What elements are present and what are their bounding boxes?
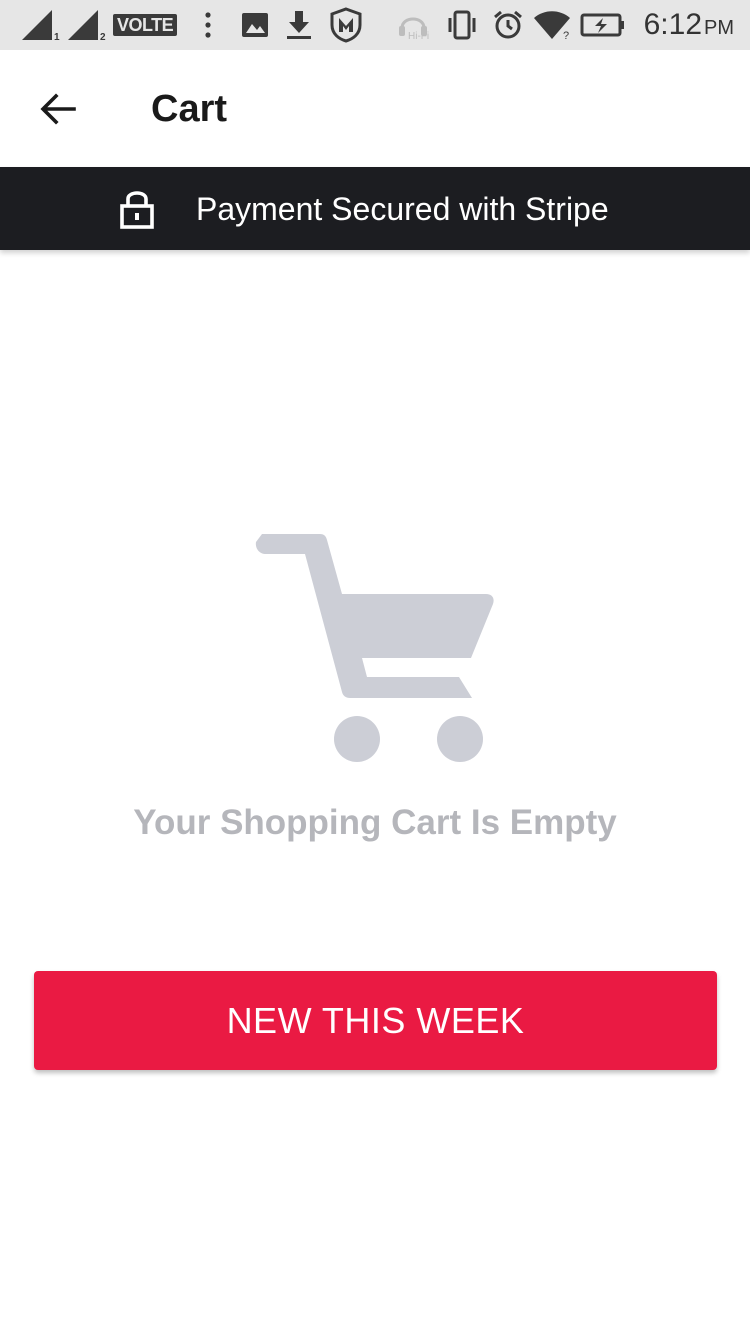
svg-text:?: ? <box>563 30 569 41</box>
app-bar: Cart <box>0 50 750 167</box>
banner-text: Payment Secured with Stripe <box>196 191 609 227</box>
status-bar: 1 2 VOLTE Hi-Fi ? 6:12 PM <box>0 0 750 50</box>
download-icon <box>284 8 314 42</box>
hifi-label: Hi-Fi <box>408 31 429 42</box>
lock-icon <box>119 188 155 235</box>
page-title: Cart <box>151 88 228 130</box>
signal-sim2-icon <box>66 8 100 42</box>
new-this-week-button[interactable]: NEW THIS WEEK <box>34 971 717 1070</box>
arrow-left-icon <box>40 93 76 125</box>
clock-time: 6:12 <box>643 8 702 41</box>
signal-sim1-icon <box>20 8 54 42</box>
gallery-notification-icon <box>240 8 270 42</box>
clock-ampm: PM <box>704 17 734 39</box>
sim2-index: 2 <box>100 32 106 43</box>
sim1-index: 1 <box>54 32 60 43</box>
vibrate-icon <box>446 8 478 42</box>
volte-badge: VOLTE <box>113 14 178 36</box>
status-clock: 6:12 PM <box>644 8 734 45</box>
hifi-headphones-icon: Hi-Fi <box>396 8 436 42</box>
alarm-icon <box>492 8 524 42</box>
empty-cart-message: Your Shopping Cart Is Empty <box>133 803 617 842</box>
wifi-icon: ? <box>532 8 572 42</box>
more-dots-icon <box>202 8 214 42</box>
mcafee-shield-icon <box>329 7 363 43</box>
shopping-cart-icon <box>250 530 500 775</box>
back-button[interactable] <box>30 84 86 134</box>
battery-charging-icon <box>580 8 626 42</box>
payment-secure-banner: Payment Secured with Stripe <box>0 167 750 250</box>
